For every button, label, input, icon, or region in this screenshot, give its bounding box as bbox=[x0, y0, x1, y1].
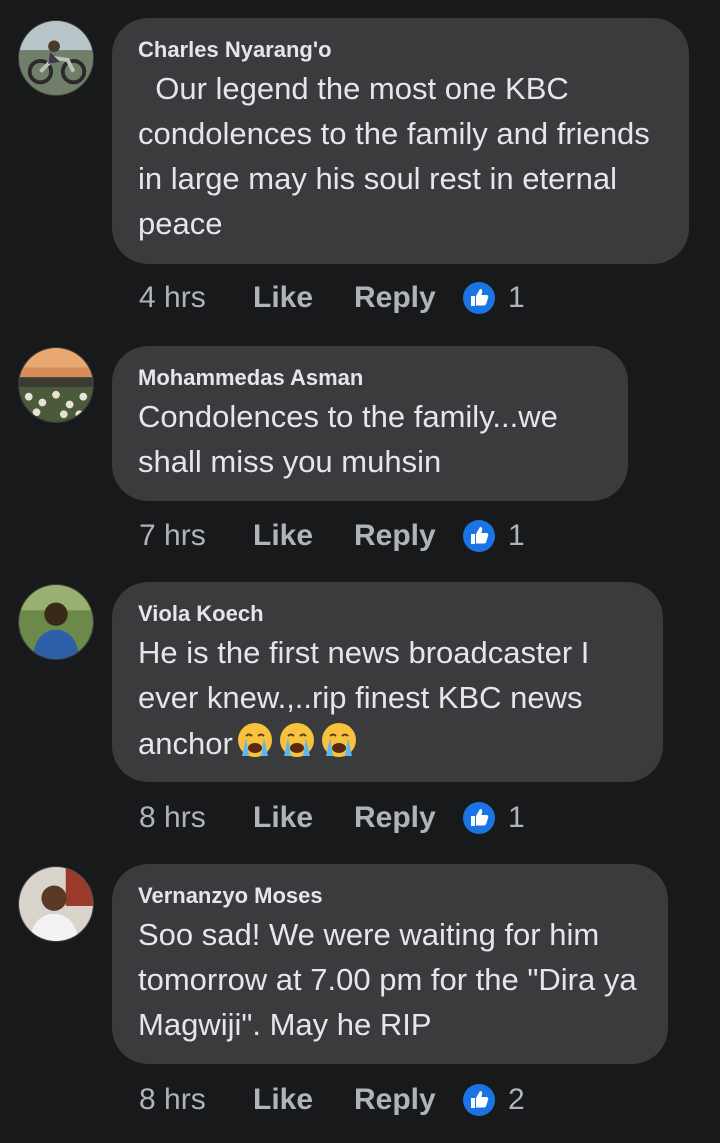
comment-actions: 7 hrs Like Reply 1 bbox=[139, 516, 525, 556]
comment-timestamp[interactable]: 4 hrs bbox=[139, 281, 253, 315]
comment-text: Condolences to the family...we shall mis… bbox=[138, 399, 567, 479]
thumbs-up-icon bbox=[463, 520, 495, 552]
reaction-count: 1 bbox=[508, 801, 525, 834]
reply-button[interactable]: Reply bbox=[354, 1083, 462, 1117]
reaction-summary[interactable]: 1 bbox=[462, 281, 525, 315]
reply-button[interactable]: Reply bbox=[354, 281, 462, 315]
comment-author[interactable]: Vernanzyo Moses bbox=[138, 882, 642, 910]
comment-timestamp[interactable]: 7 hrs bbox=[139, 519, 253, 553]
avatar[interactable] bbox=[18, 20, 94, 96]
thumbs-up-icon bbox=[463, 802, 495, 834]
comment-author[interactable]: Charles Nyarang'o bbox=[138, 36, 663, 64]
comment-actions: 8 hrs Like Reply 2 bbox=[139, 1080, 525, 1120]
motorcycle-avatar-icon bbox=[19, 21, 93, 95]
comment-timestamp[interactable]: 8 hrs bbox=[139, 801, 253, 835]
thumbs-up-icon bbox=[463, 282, 495, 314]
avatar[interactable] bbox=[18, 584, 94, 660]
comment-text: He is the first news broadcaster I ever … bbox=[138, 630, 637, 766]
thumbs-up-icon bbox=[463, 1084, 495, 1116]
like-button[interactable]: Like bbox=[253, 801, 354, 835]
loudly-crying-face-icon bbox=[237, 723, 272, 757]
reaction-summary[interactable]: 1 bbox=[462, 519, 525, 553]
reaction-count: 1 bbox=[508, 519, 525, 552]
person-portrait-avatar-icon bbox=[19, 867, 93, 941]
avatar[interactable] bbox=[18, 347, 94, 423]
reaction-summary[interactable]: 2 bbox=[462, 1083, 525, 1117]
comment-actions: 4 hrs Like Reply 1 bbox=[139, 278, 525, 318]
person-outdoors-avatar-icon bbox=[19, 585, 93, 659]
comment-author[interactable]: Mohammedas Asman bbox=[138, 364, 602, 392]
like-button[interactable]: Like bbox=[253, 281, 354, 315]
comment-bubble: Charles Nyarang'o Our legend the most on… bbox=[112, 18, 689, 264]
reply-button[interactable]: Reply bbox=[354, 519, 462, 553]
reaction-summary[interactable]: 1 bbox=[462, 801, 525, 835]
like-button[interactable]: Like bbox=[253, 1083, 354, 1117]
avatar[interactable] bbox=[18, 866, 94, 942]
comment-text: Our legend the most one KBC condolences … bbox=[138, 71, 659, 241]
comment-author[interactable]: Viola Koech bbox=[138, 600, 637, 628]
comment-timestamp[interactable]: 8 hrs bbox=[139, 1083, 253, 1117]
comment-text-body: He is the first news broadcaster I ever … bbox=[138, 635, 599, 761]
loudly-crying-face-icon bbox=[321, 723, 356, 757]
reaction-count: 1 bbox=[508, 281, 525, 314]
like-button[interactable]: Like bbox=[253, 519, 354, 553]
comment-actions: 8 hrs Like Reply 1 bbox=[139, 798, 525, 838]
comment-bubble: Mohammedas Asman Condolences to the fami… bbox=[112, 346, 628, 501]
comment-bubble: Vernanzyo Moses Soo sad! We were waiting… bbox=[112, 864, 668, 1064]
reply-button[interactable]: Reply bbox=[354, 801, 462, 835]
flowers-sunset-avatar-icon bbox=[19, 348, 93, 422]
reaction-count: 2 bbox=[508, 1083, 525, 1116]
comment-text: Soo sad! We were waiting for him tomorro… bbox=[138, 917, 646, 1042]
loudly-crying-face-icon bbox=[279, 723, 314, 757]
comment-bubble: Viola Koech He is the first news broadca… bbox=[112, 582, 663, 782]
